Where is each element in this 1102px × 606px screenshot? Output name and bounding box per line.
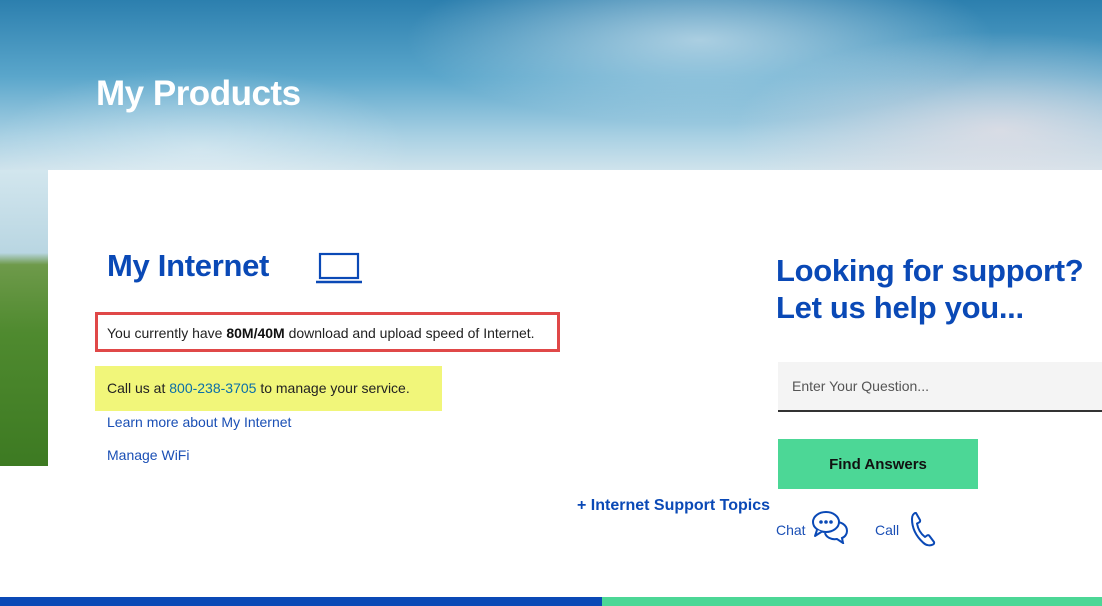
phone-icon[interactable] <box>909 511 937 547</box>
current-speed-notice: You currently have 80M/40M download and … <box>95 312 560 352</box>
learn-more-internet-link[interactable]: Learn more about My Internet <box>107 414 291 430</box>
call-prefix: Call us at <box>107 380 170 396</box>
manage-wifi-link[interactable]: Manage WiFi <box>107 447 189 463</box>
question-search-input[interactable] <box>778 362 1102 412</box>
chat-bubbles-icon[interactable] <box>811 510 849 544</box>
call-to-manage-notice: Call us at 800-238-3705 to manage your s… <box>95 366 442 411</box>
footer-bar-green <box>602 597 1102 606</box>
chat-link[interactable]: Chat <box>776 522 806 538</box>
speed-value: 80M/40M <box>226 325 285 341</box>
call-suffix: to manage your service. <box>256 380 410 396</box>
footer-bar-blue <box>0 597 602 606</box>
phone-number-link[interactable]: 800-238-3705 <box>169 380 256 396</box>
support-heading-line2: Let us help you... <box>776 290 1024 325</box>
support-heading: Looking for support? Let us help you... <box>776 252 1084 326</box>
internet-support-topics-link[interactable]: + Internet Support Topics <box>577 497 770 515</box>
find-answers-button[interactable]: Find Answers <box>778 439 978 489</box>
my-internet-title: My Internet <box>107 248 270 283</box>
call-link[interactable]: Call <box>875 522 899 538</box>
hero-field-image <box>0 170 48 466</box>
support-heading-line1: Looking for support? <box>776 253 1084 288</box>
page-title: My Products <box>96 74 301 113</box>
laptop-icon <box>316 252 362 284</box>
speed-suffix: download and upload speed of Internet. <box>284 325 535 341</box>
speed-prefix: You currently have <box>107 325 227 341</box>
